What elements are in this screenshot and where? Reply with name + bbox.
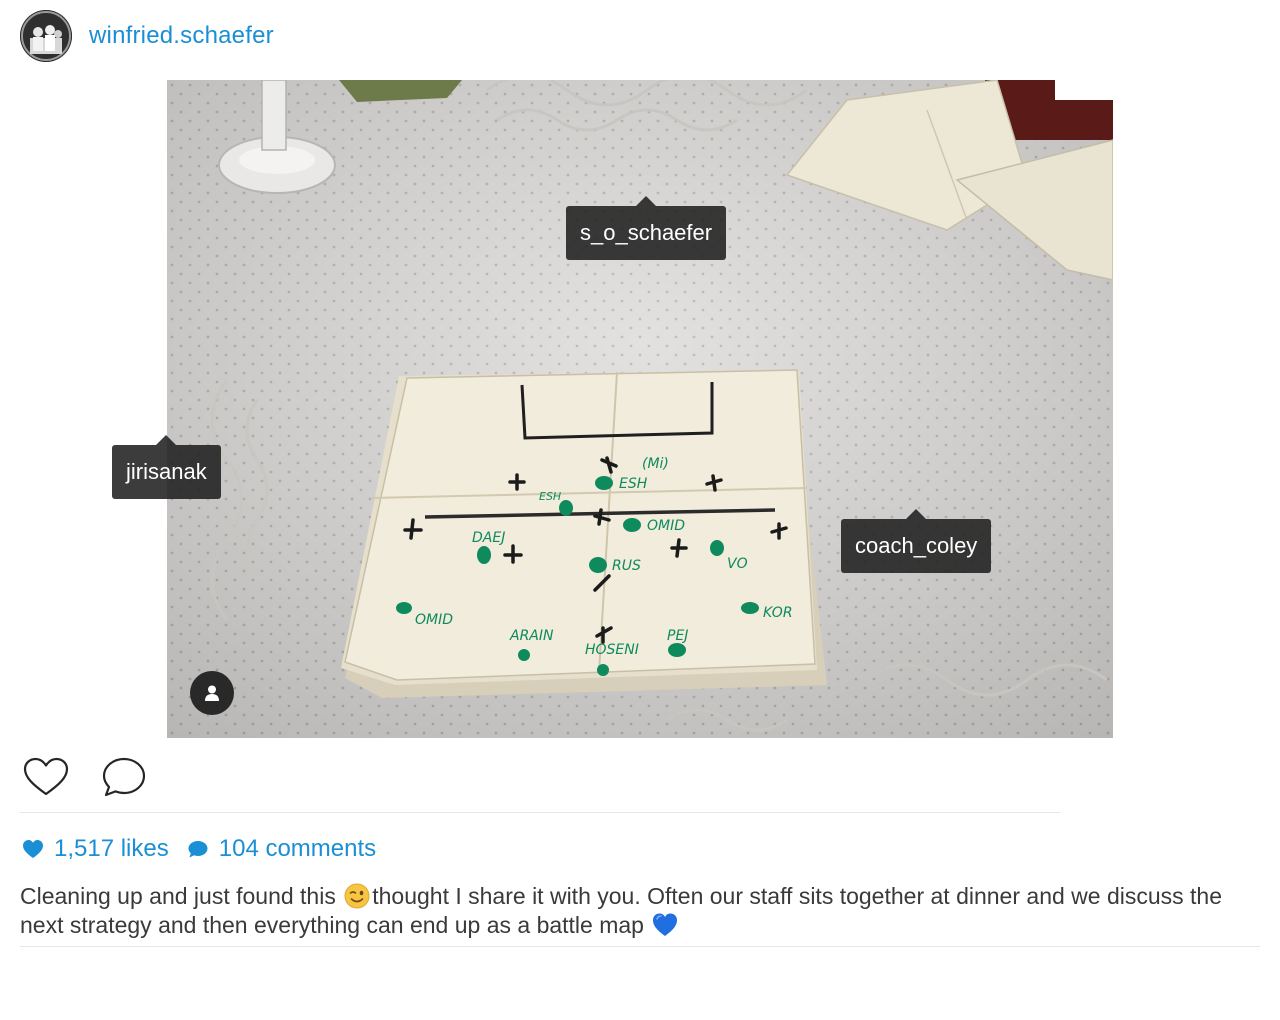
sketch-label: (Mi) xyxy=(642,456,669,472)
caption-text: Cleaning up and just found this xyxy=(20,883,343,909)
sketch-label: DAEJ xyxy=(472,530,505,546)
comment-filled-icon xyxy=(188,841,208,858)
username-link[interactable]: winfried.schaefer xyxy=(89,22,274,50)
blue-heart-emoji xyxy=(653,913,678,936)
post-photo[interactable]: (Mi) ESH ESH OMID DAEJ RUS VO OMID KOR A… xyxy=(167,80,1113,738)
post-header: winfried.schaefer xyxy=(20,8,274,64)
sketch-label: PEJ xyxy=(667,628,688,644)
post-actions xyxy=(22,755,178,799)
sketch-label: ARAIN xyxy=(509,628,554,644)
speech-bubble-icon xyxy=(102,757,146,797)
user-tag-jirisanak[interactable]: jirisanak xyxy=(112,435,221,499)
sketch-label: OMID xyxy=(415,612,453,628)
comment-button[interactable] xyxy=(100,755,148,799)
user-tag-s-o-schaefer[interactable]: s_o_schaefer xyxy=(566,196,727,260)
post-stats: 1,517 likes 104 comments xyxy=(22,833,394,865)
likes-count[interactable]: 1,517 likes xyxy=(22,835,169,863)
photo-canvas: (Mi) ESH ESH OMID DAEJ RUS VO OMID KOR A… xyxy=(167,80,1113,738)
sketch-label: ESH xyxy=(539,490,561,503)
sketch-label: OMID xyxy=(647,518,685,534)
person-icon xyxy=(205,685,219,701)
divider xyxy=(20,946,1260,947)
sketch-label: RUS xyxy=(612,558,641,574)
user-tag-coach-coley[interactable]: coach_coley xyxy=(841,509,992,573)
comments-label: 104 comments xyxy=(218,835,377,862)
post-caption: Cleaning up and just found this thought … xyxy=(20,882,1265,940)
sketch-label: ESH xyxy=(619,476,648,492)
sketch-label: KOR xyxy=(763,605,793,621)
likes-label: 1,517 likes xyxy=(54,835,169,862)
sketch-label: HOSENI xyxy=(585,642,639,658)
heart-filled-icon xyxy=(23,840,43,858)
heart-outline-icon xyxy=(23,757,69,796)
comments-count[interactable]: 104 comments xyxy=(187,835,376,863)
divider xyxy=(20,812,1060,813)
like-button[interactable] xyxy=(22,755,70,799)
sketch-label: VO xyxy=(727,556,748,572)
avatar[interactable] xyxy=(20,10,72,62)
user-tags-button[interactable] xyxy=(190,671,234,715)
napkin-sketch: (Mi) ESH ESH OMID DAEJ RUS VO OMID KOR A… xyxy=(341,369,827,698)
winking-face-emoji xyxy=(344,883,370,909)
